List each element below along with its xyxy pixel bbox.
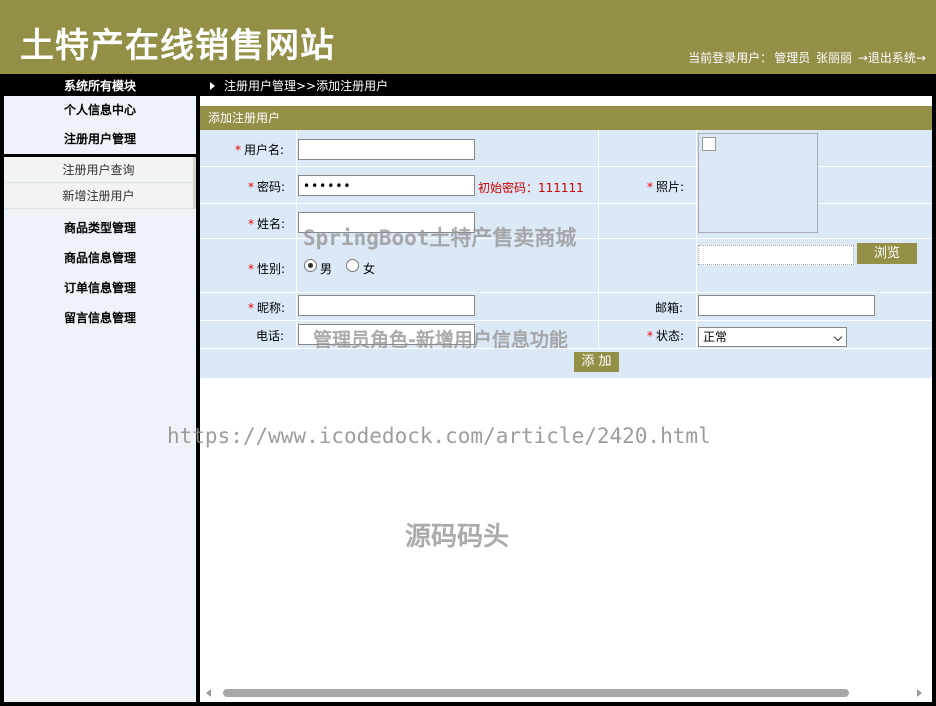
breadcrumb: 注册用户管理>>添加注册用户	[224, 79, 389, 93]
status-label: * 状态:	[647, 329, 685, 343]
logout-link[interactable]: →退出系统→	[858, 51, 926, 65]
breadcrumb-arrow-icon	[210, 82, 215, 90]
scroll-left-icon[interactable]	[206, 689, 211, 697]
username-input[interactable]	[298, 139, 475, 160]
site-header: 土特产在线销售网站 当前登录用户： 管理员 张丽丽 →退出系统→	[0, 0, 936, 74]
status-value: 正常	[703, 330, 728, 344]
row-divider	[200, 203, 932, 204]
sidebar-item-products[interactable]: 商品信息管理	[4, 243, 196, 273]
user-role: 管理员	[774, 51, 811, 65]
password-input[interactable]	[298, 175, 475, 196]
panel-title: 添加注册用户	[200, 106, 932, 130]
name-label: * 姓名:	[248, 217, 286, 231]
sidebar-subitem-user-query[interactable]: 注册用户查询	[4, 157, 193, 183]
photo-label: * 照片:	[647, 180, 685, 194]
phone-label: 电话:	[256, 329, 285, 343]
main-content: 添加注册用户 *用户名: *密码: 初始密码：111111 *姓名: *性别: …	[200, 96, 932, 702]
chevron-down-icon	[833, 332, 843, 342]
row-divider	[200, 292, 932, 293]
sidebar-item-profile[interactable]: 个人信息中心	[4, 96, 196, 124]
scroll-right-icon[interactable]	[917, 689, 922, 697]
add-user-form: *用户名: *密码: 初始密码：111111 *姓名: *性别: 男 女 *照片…	[200, 130, 932, 378]
row-divider	[200, 166, 932, 167]
name-input[interactable]	[298, 212, 475, 233]
user-label: 当前登录用户：	[688, 51, 773, 65]
password-hint: 初始密码：111111	[478, 181, 584, 195]
nickname-input[interactable]	[298, 295, 475, 316]
status-select[interactable]: 正常	[698, 327, 847, 347]
sidebar-subitem-add-user[interactable]: 新增注册用户	[4, 183, 193, 209]
sidebar-item-orders[interactable]: 订单信息管理	[4, 273, 196, 303]
sidebar-submenu: 注册用户查询 新增注册用户	[4, 157, 196, 209]
username-label: * 用户名:	[235, 143, 285, 157]
site-title: 土特产在线销售网站	[20, 26, 335, 66]
email-label: 邮箱:	[655, 301, 684, 315]
gender-female-radio[interactable]	[346, 259, 359, 272]
browse-button[interactable]: 浏览	[857, 243, 917, 264]
top-bar: 系统所有模块 注册用户管理>>添加注册用户	[0, 74, 936, 96]
row-divider	[200, 348, 932, 349]
sidebar-item-messages[interactable]: 留言信息管理	[4, 303, 196, 333]
password-label: * 密码:	[248, 180, 286, 194]
user-name: 张丽丽	[816, 51, 853, 65]
gender-female-label: 女	[363, 262, 376, 276]
sidebar-item-product-types[interactable]: 商品类型管理	[4, 213, 196, 243]
gender-male-label: 男	[320, 262, 333, 276]
col-divider	[598, 130, 599, 348]
add-button[interactable]: 添 加	[574, 352, 619, 372]
photo-preview	[698, 133, 818, 233]
user-info: 当前登录用户： 管理员 张丽丽 →退出系统→	[686, 49, 926, 66]
sidebar: 个人信息中心 注册用户管理 注册用户查询 新增注册用户 商品类型管理 商品信息管…	[4, 96, 196, 702]
col-divider	[696, 130, 697, 348]
email-input[interactable]	[698, 295, 875, 316]
scrollbar-thumb[interactable]	[223, 689, 849, 697]
row-divider	[200, 238, 932, 239]
row-divider	[200, 320, 932, 321]
photo-file-input[interactable]	[698, 245, 854, 265]
gender-male-radio[interactable]	[304, 259, 317, 272]
broken-image-icon	[702, 137, 716, 151]
horizontal-scrollbar[interactable]	[200, 684, 932, 702]
nickname-label: * 昵称:	[248, 301, 286, 315]
sidebar-item-user-management[interactable]: 注册用户管理	[4, 124, 196, 154]
col-divider	[296, 130, 297, 348]
gender-label: * 性别:	[248, 262, 286, 276]
phone-input[interactable]	[298, 324, 475, 345]
module-title: 系统所有模块	[63, 79, 136, 93]
